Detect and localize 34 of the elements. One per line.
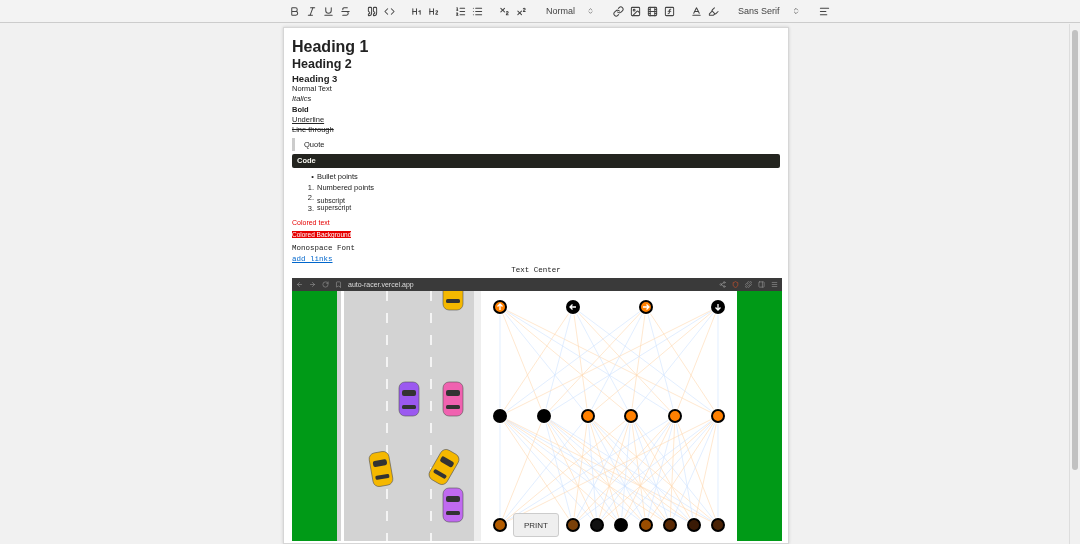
text-color-button[interactable] — [690, 4, 703, 18]
video-button[interactable] — [646, 4, 659, 18]
print-button[interactable]: PRINT — [513, 513, 559, 538]
background-color-button[interactable] — [707, 4, 720, 18]
bookmark-icon — [335, 281, 342, 289]
quote-button[interactable] — [366, 4, 379, 18]
updown-chevron-icon — [587, 7, 594, 15]
forward-icon — [309, 281, 316, 289]
font-dropdown[interactable]: Sans Serif — [734, 6, 804, 16]
updown-chevron-icon — [792, 7, 800, 15]
formula-button[interactable] — [663, 4, 676, 18]
car-drawing — [442, 382, 464, 417]
italic-button[interactable] — [305, 4, 318, 18]
heading-text: Heading 1 — [292, 38, 370, 55]
reload-icon — [322, 281, 329, 289]
heading-text: Heading 2 — [292, 56, 353, 73]
underline-button[interactable] — [322, 4, 335, 18]
scrollbar[interactable] — [1069, 24, 1080, 544]
heading-text: Heading 3 — [292, 73, 339, 84]
sidebar-icon — [758, 281, 765, 289]
menu-icon — [771, 281, 778, 289]
car-drawing — [398, 382, 420, 417]
back-icon — [296, 281, 303, 289]
arrow-icon — [569, 304, 577, 311]
bold-button[interactable] — [288, 4, 301, 18]
puzzle-icon — [745, 281, 752, 289]
shield-icon — [732, 281, 739, 289]
header-dropdown[interactable]: Normal — [542, 6, 598, 16]
link-button[interactable] — [612, 4, 625, 18]
strikethrough-button[interactable] — [339, 4, 352, 18]
share-icon — [719, 281, 726, 289]
numbered-list-button[interactable] — [454, 4, 467, 18]
arrow-icon — [642, 304, 650, 311]
image-button[interactable] — [629, 4, 642, 18]
